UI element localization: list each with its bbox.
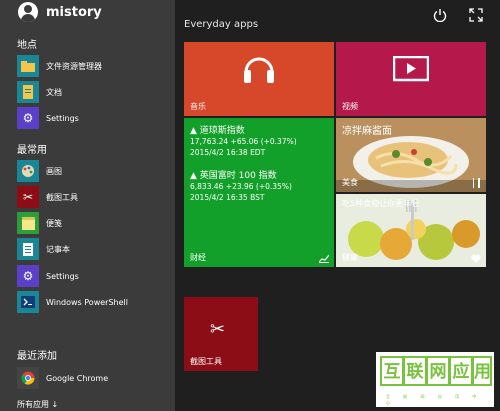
watermark-char: 应 bbox=[449, 356, 473, 386]
tile-label: 健康 bbox=[342, 253, 358, 262]
user-account[interactable]: mistory bbox=[18, 2, 102, 22]
power-icon bbox=[433, 9, 447, 22]
frequent-item-label: Windows PowerShell bbox=[46, 297, 128, 307]
tile-label: 音乐 bbox=[190, 102, 206, 111]
video-icon bbox=[393, 56, 429, 82]
chart-icon bbox=[319, 254, 329, 263]
frequent-item-notepad[interactable]: 记事本 bbox=[17, 238, 172, 260]
recent-item-label: Google Chrome bbox=[46, 373, 109, 383]
recent-item-chrome[interactable]: Google Chrome bbox=[17, 367, 172, 389]
tiles-group-title: Everyday apps bbox=[184, 19, 259, 30]
tile-video[interactable]: 视频 bbox=[336, 42, 486, 116]
gear-icon: ⚙ bbox=[17, 265, 39, 287]
frequent-item-paint[interactable]: 画图 bbox=[17, 160, 172, 182]
folder-icon bbox=[17, 55, 39, 77]
tile-label: 美食 bbox=[342, 178, 358, 187]
frequent-item-powershell[interactable]: Windows PowerShell bbox=[17, 291, 172, 313]
places-item-label: Settings bbox=[46, 113, 79, 123]
frequent-item-settings[interactable]: ⚙ Settings bbox=[17, 265, 172, 287]
watermark-subtitle: 互 联 网 应 用 中 心 bbox=[386, 394, 483, 405]
chrome-icon bbox=[17, 367, 39, 389]
user-avatar-icon bbox=[18, 2, 38, 22]
watermark-char: 用 bbox=[472, 356, 492, 386]
places-item-documents[interactable]: 文档 bbox=[17, 81, 172, 103]
heart-icon bbox=[471, 254, 481, 263]
notepad-icon bbox=[17, 238, 39, 260]
places-item-label: 文档 bbox=[46, 87, 62, 97]
tile-label: 视频 bbox=[342, 102, 358, 111]
frequent-item-snipping-tool[interactable]: ✂ 截图工具 bbox=[17, 186, 172, 208]
frequent-item-label: 记事本 bbox=[46, 244, 70, 254]
health-headline: 吃5种食物让你更年轻 bbox=[342, 199, 420, 208]
scissors-icon: ✂ bbox=[210, 319, 226, 340]
start-menu-left-panel: mistory 地点 文件资源管理器 文档 ⚙ Settings 最常用 画图 … bbox=[0, 0, 175, 411]
tile-music[interactable]: 音乐 bbox=[184, 42, 334, 116]
expand-icon bbox=[469, 8, 483, 22]
power-button[interactable] bbox=[430, 5, 450, 25]
watermark-char: 互 bbox=[380, 356, 404, 386]
frequent-item-sticky-notes[interactable]: 便笺 bbox=[17, 212, 172, 234]
headphones-icon bbox=[244, 57, 274, 83]
frequent-item-label: 画图 bbox=[46, 166, 62, 176]
finance-index-1-time: 2015/4/2 16:38 EDT bbox=[190, 148, 266, 157]
places-item-file-explorer[interactable]: 文件资源管理器 bbox=[17, 55, 172, 77]
section-frequent-heading: 最常用 bbox=[17, 145, 47, 156]
section-recent-heading: 最近添加 bbox=[17, 351, 57, 362]
fork-knife-icon bbox=[473, 178, 480, 188]
tile-label: 财经 bbox=[190, 253, 206, 262]
gear-icon: ⚙ bbox=[17, 107, 39, 129]
watermark-char: 网 bbox=[426, 356, 450, 386]
tile-label: 截图工具 bbox=[190, 357, 222, 366]
watermark-char: 联 bbox=[403, 356, 427, 386]
watermark-logo: 互 联 网 应 用 互 联 网 应 用 中 心 bbox=[376, 352, 494, 407]
finance-index-1-value: 17,763.24 +65.06 (+0.37%) bbox=[190, 137, 297, 146]
tile-finance[interactable]: ▲ 道琼斯指数 17,763.24 +65.06 (+0.37%) 2015/4… bbox=[184, 118, 334, 267]
palette-icon bbox=[17, 160, 39, 182]
finance-index-2-title: ▲ 英国富时 100 指数 bbox=[190, 171, 277, 181]
food-headline: 凉拌麻酱面 bbox=[342, 126, 392, 137]
section-places-heading: 地点 bbox=[17, 40, 37, 51]
finance-index-2-time: 2015/4/2 16:35 BST bbox=[190, 193, 265, 202]
frequent-item-label: 便笺 bbox=[46, 218, 62, 228]
finance-index-1-title: ▲ 道琼斯指数 bbox=[190, 126, 245, 136]
tile-health[interactable]: 吃5种食物让你更年轻 健康 bbox=[336, 194, 486, 267]
tile-food[interactable]: 凉拌麻酱面 美食 bbox=[336, 118, 486, 192]
finance-index-2-value: 6,833.46 +23.96 (+0.35%) bbox=[190, 182, 292, 191]
places-item-settings[interactable]: ⚙ Settings bbox=[17, 107, 172, 129]
note-icon bbox=[17, 212, 39, 234]
user-name: mistory bbox=[46, 4, 102, 20]
expand-button[interactable] bbox=[466, 5, 486, 25]
all-apps-link[interactable]: 所有应用 ↓ bbox=[17, 399, 58, 410]
document-icon bbox=[17, 81, 39, 103]
terminal-icon bbox=[17, 291, 39, 313]
frequent-item-label: Settings bbox=[46, 271, 79, 281]
places-item-label: 文件资源管理器 bbox=[46, 61, 102, 71]
frequent-item-label: 截图工具 bbox=[46, 192, 78, 202]
scissors-icon: ✂ bbox=[17, 186, 39, 208]
tile-snipping-tool[interactable]: ✂ 截图工具 bbox=[184, 297, 258, 371]
